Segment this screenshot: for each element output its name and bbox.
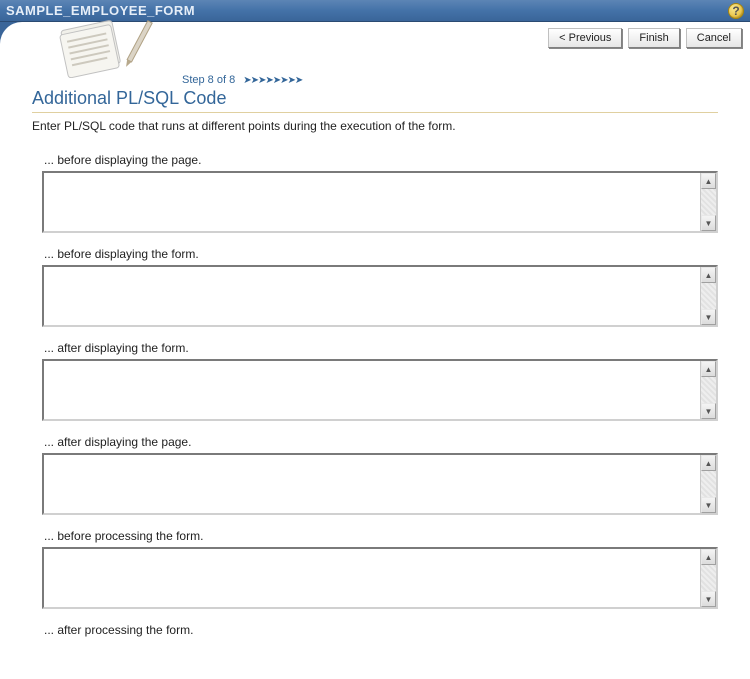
scroll-down-icon[interactable]: ▼ bbox=[701, 591, 716, 607]
previous-button[interactable]: < Previous bbox=[548, 28, 622, 48]
field-label: ... before processing the form. bbox=[44, 529, 718, 543]
code-before-processing-input[interactable] bbox=[44, 549, 700, 607]
finish-button[interactable]: Finish bbox=[628, 28, 679, 48]
scrollbar: ▲ ▼ bbox=[700, 173, 716, 231]
code-before-page-input[interactable] bbox=[44, 173, 700, 231]
scrollbar: ▲ ▼ bbox=[700, 361, 716, 419]
page-title: Additional PL/SQL Code bbox=[32, 88, 718, 109]
field-after-processing: ... after processing the form. bbox=[42, 623, 718, 637]
toolbar-row: < Previous Finish Cancel bbox=[0, 22, 750, 78]
title-underline bbox=[32, 112, 718, 113]
scroll-track[interactable] bbox=[701, 377, 716, 403]
content-area: Step 8 of 8 ➤➤➤➤➤➤➤➤ Additional PL/SQL C… bbox=[0, 74, 750, 661]
instruction-text: Enter PL/SQL code that runs at different… bbox=[32, 119, 718, 133]
code-after-page-input[interactable] bbox=[44, 455, 700, 513]
cancel-button[interactable]: Cancel bbox=[686, 28, 742, 48]
scrollbar: ▲ ▼ bbox=[700, 455, 716, 513]
document-pencil-icon bbox=[45, 16, 165, 78]
field-before-form: ... before displaying the form. ▲ ▼ bbox=[42, 247, 718, 327]
wizard-buttons: < Previous Finish Cancel bbox=[548, 22, 750, 48]
field-label: ... before displaying the form. bbox=[44, 247, 718, 261]
scroll-track[interactable] bbox=[701, 471, 716, 497]
scroll-up-icon[interactable]: ▲ bbox=[701, 173, 716, 189]
scroll-up-icon[interactable]: ▲ bbox=[701, 455, 716, 471]
field-label: ... before displaying the page. bbox=[44, 153, 718, 167]
textarea-wrap: ▲ ▼ bbox=[42, 171, 718, 233]
field-after-page: ... after displaying the page. ▲ ▼ bbox=[42, 435, 718, 515]
code-after-form-input[interactable] bbox=[44, 361, 700, 419]
scroll-track[interactable] bbox=[701, 189, 716, 215]
scroll-up-icon[interactable]: ▲ bbox=[701, 549, 716, 565]
field-before-page: ... before displaying the page. ▲ ▼ bbox=[42, 153, 718, 233]
code-before-form-input[interactable] bbox=[44, 267, 700, 325]
field-label: ... after displaying the page. bbox=[44, 435, 718, 449]
scroll-down-icon[interactable]: ▼ bbox=[701, 309, 716, 325]
scroll-down-icon[interactable]: ▼ bbox=[701, 497, 716, 513]
scroll-down-icon[interactable]: ▼ bbox=[701, 403, 716, 419]
scrollbar: ▲ ▼ bbox=[700, 549, 716, 607]
textarea-wrap: ▲ ▼ bbox=[42, 265, 718, 327]
scroll-up-icon[interactable]: ▲ bbox=[701, 361, 716, 377]
scroll-track[interactable] bbox=[701, 565, 716, 591]
field-label: ... after processing the form. bbox=[44, 623, 718, 637]
help-icon[interactable]: ? bbox=[728, 3, 744, 19]
scroll-up-icon[interactable]: ▲ bbox=[701, 267, 716, 283]
textarea-wrap: ▲ ▼ bbox=[42, 453, 718, 515]
field-before-processing: ... before processing the form. ▲ ▼ bbox=[42, 529, 718, 609]
header-curve bbox=[0, 22, 24, 46]
textarea-wrap: ▲ ▼ bbox=[42, 359, 718, 421]
field-label: ... after displaying the form. bbox=[44, 341, 718, 355]
scrollbar: ▲ ▼ bbox=[700, 267, 716, 325]
scroll-down-icon[interactable]: ▼ bbox=[701, 215, 716, 231]
textarea-wrap: ▲ ▼ bbox=[42, 547, 718, 609]
field-after-form: ... after displaying the form. ▲ ▼ bbox=[42, 341, 718, 421]
scroll-track[interactable] bbox=[701, 283, 716, 309]
